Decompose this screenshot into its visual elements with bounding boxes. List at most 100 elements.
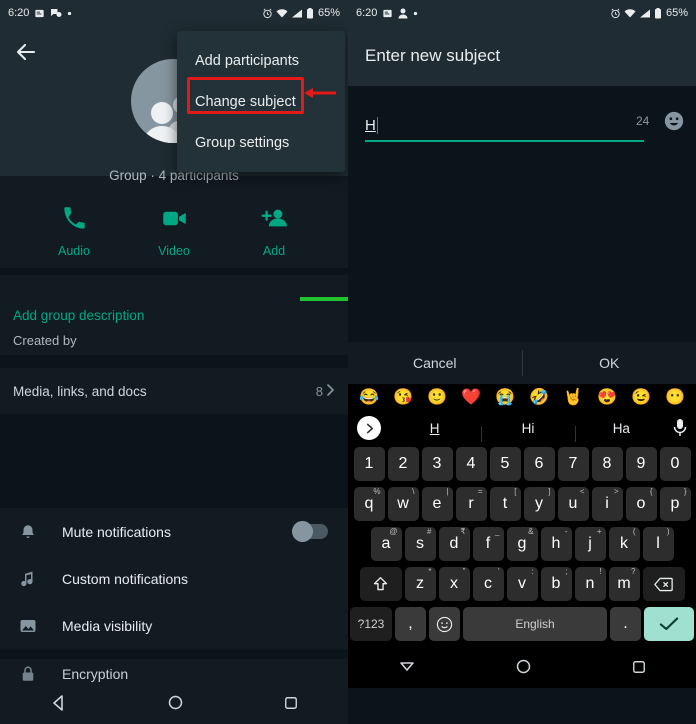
key-n[interactable]: n (574, 567, 606, 601)
key-v[interactable]: v (506, 567, 538, 601)
space-key[interactable]: English (463, 607, 607, 641)
alarm-icon (610, 8, 621, 19)
menu-item-change-subject[interactable]: Change subject (177, 81, 345, 122)
nav-recents-button[interactable] (284, 696, 298, 715)
enter-key[interactable] (644, 607, 694, 641)
ok-button[interactable]: OK (523, 355, 696, 371)
cancel-button[interactable]: Cancel (348, 355, 522, 371)
key-0[interactable]: 0 (659, 447, 691, 481)
nav-recents-button[interactable] (632, 660, 646, 679)
key-t[interactable]: t (489, 487, 521, 521)
on-screen-keyboard: 😂😘🙂❤️😭🤣🤘😍😉😶 HHiHa 1234567890 qwertyuiop … (348, 384, 696, 650)
key-a[interactable]: a (370, 527, 402, 561)
video-call-button[interactable]: Video (144, 205, 204, 258)
microphone-icon[interactable] (672, 418, 688, 438)
key-c[interactable]: c (472, 567, 504, 601)
emoji-suggestion-4[interactable]: 😭 (495, 390, 515, 406)
emoji-suggestion-8[interactable]: 😉 (631, 390, 651, 406)
bell-icon (16, 520, 40, 544)
key-x[interactable]: x (438, 567, 470, 601)
word-suggestion-strip: H Hi Ha (348, 412, 696, 444)
key-1[interactable]: 1 (353, 447, 385, 481)
emoji-suggestion-6[interactable]: 🤘 (563, 390, 583, 406)
emoji-icon[interactable] (663, 110, 685, 132)
key-p[interactable]: p (659, 487, 691, 521)
key-r[interactable]: r (455, 487, 487, 521)
created-by-label: Created by (13, 333, 77, 348)
person-icon (398, 8, 408, 19)
emoji-key[interactable] (429, 607, 460, 641)
menu-item-group-settings[interactable]: Group settings (177, 122, 345, 163)
emoji-suggestion-7[interactable]: 😍 (597, 390, 617, 406)
suggestion-1[interactable]: Hi (481, 421, 574, 442)
signal-icon (639, 8, 651, 19)
add-group-description-link[interactable]: Add group description (13, 308, 144, 323)
music-note-icon (16, 567, 40, 591)
emoji-suggestion-3[interactable]: ❤️ (461, 390, 481, 406)
phone-icon (61, 205, 88, 237)
key-7[interactable]: 7 (557, 447, 589, 481)
key-b[interactable]: b (540, 567, 572, 601)
settings-row-encryption[interactable]: Encryption (0, 659, 348, 689)
key-5[interactable]: 5 (489, 447, 521, 481)
key-3[interactable]: 3 (421, 447, 453, 481)
key-8[interactable]: 8 (591, 447, 623, 481)
shift-key[interactable] (359, 567, 402, 601)
comma-key[interactable]: , (395, 607, 426, 641)
nav-home-button[interactable] (516, 659, 531, 679)
chevron-right-icon (326, 383, 335, 399)
back-button[interactable] (14, 40, 38, 64)
key-s[interactable]: s (404, 527, 436, 561)
mute-notifications-toggle[interactable] (292, 521, 328, 542)
key-6[interactable]: 6 (523, 447, 555, 481)
backspace-key[interactable] (642, 567, 685, 601)
key-e[interactable]: e (421, 487, 453, 521)
key-u[interactable]: u (557, 487, 589, 521)
add-participant-button[interactable]: Add (244, 205, 304, 258)
key-4[interactable]: 4 (455, 447, 487, 481)
key-i[interactable]: i (591, 487, 623, 521)
keyboard-dismiss-icon[interactable] (399, 660, 415, 679)
key-q[interactable]: q (353, 487, 385, 521)
key-2[interactable]: 2 (387, 447, 419, 481)
key-y[interactable]: y (523, 487, 555, 521)
nav-home-button[interactable] (168, 695, 183, 715)
divider-above-media (0, 355, 348, 368)
settings-row-custom-notifications[interactable]: Custom notifications (0, 555, 348, 602)
emoji-suggestion-1[interactable]: 😘 (393, 390, 413, 406)
key-j[interactable]: j (574, 527, 606, 561)
wifi-icon (276, 8, 288, 19)
key-k[interactable]: k (608, 527, 640, 561)
status-bar: 6:20 65% (0, 0, 348, 26)
dialog-button-bar: Cancel OK (348, 342, 696, 384)
expand-suggestions-icon[interactable] (357, 416, 381, 440)
key-9[interactable]: 9 (625, 447, 657, 481)
key-l[interactable]: l (642, 527, 674, 561)
nav-back-button[interactable] (51, 694, 67, 716)
screenshot-root: 6:20 65% Group · 4 participants Audio Vi… (0, 0, 696, 724)
key-m[interactable]: m (608, 567, 640, 601)
emoji-suggestion-5[interactable]: 🤣 (529, 390, 549, 406)
key-w[interactable]: w (387, 487, 419, 521)
alarm-icon (262, 8, 273, 19)
subject-input-field[interactable]: H (365, 114, 644, 142)
suggestion-0[interactable]: H (388, 421, 481, 436)
key-h[interactable]: h (540, 527, 572, 561)
menu-item-add-participants[interactable]: Add participants (177, 40, 345, 81)
suggestion-2[interactable]: Ha (574, 421, 668, 442)
settings-row-media-visibility[interactable]: Media visibility (0, 602, 348, 649)
period-key[interactable]: . (610, 607, 641, 641)
settings-row-mute-notifications[interactable]: Mute notifications (0, 508, 348, 555)
emoji-suggestion-0[interactable]: 😂 (359, 390, 379, 406)
media-links-docs-row[interactable]: Media, links, and docs 8 (0, 368, 348, 414)
key-z[interactable]: z (404, 567, 436, 601)
symbols-key[interactable]: ?123 (350, 607, 392, 641)
key-d[interactable]: d (438, 527, 470, 561)
key-f[interactable]: f (472, 527, 504, 561)
emoji-suggestion-2[interactable]: 🙂 (427, 390, 447, 406)
keyboard-row-bottom-letters: zxcvbnm (348, 564, 696, 604)
key-o[interactable]: o (625, 487, 657, 521)
emoji-suggestion-9[interactable]: 😶 (665, 390, 685, 406)
key-g[interactable]: g (506, 527, 538, 561)
audio-call-button[interactable]: Audio (44, 205, 104, 258)
